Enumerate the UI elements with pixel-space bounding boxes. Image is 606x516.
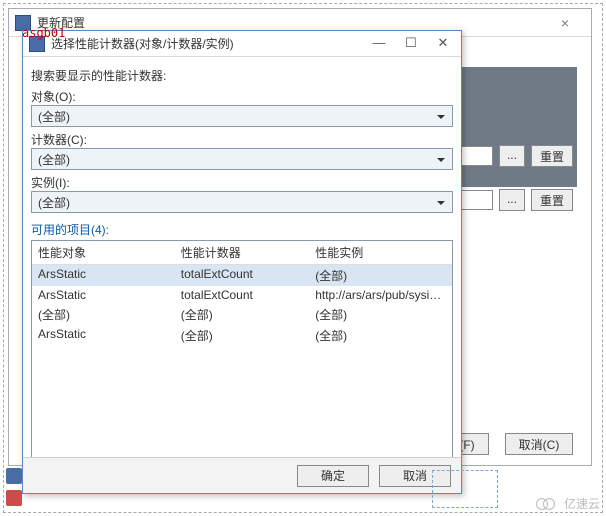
counter-combobox[interactable]: (全部) [31,148,453,170]
cell: ArsStatic [32,265,175,286]
maximize-button[interactable]: ☐ [395,34,427,54]
cell: (全部) [175,304,309,325]
object-label: 对象(O): [31,88,453,105]
header-instance[interactable]: 性能实例 [309,241,452,264]
cell: (全部) [32,304,175,325]
dialog-titlebar[interactable]: 选择性能计数器(对象/计数器/实例) — ☐ ✕ [23,31,461,57]
chevron-down-icon [434,196,448,210]
cell: ArsStatic [32,286,175,304]
cloud-icon [536,497,560,511]
instance-label: 实例(I): [31,174,453,191]
parent-cancel-button[interactable]: 取消(C) [505,433,573,455]
parent-browse-button-2[interactable]: ... [499,189,525,211]
footer-hostname: asgb01 [22,26,65,40]
chevron-down-icon [434,153,448,167]
cell: (全部) [309,265,452,286]
table-row[interactable]: ArsStatictotalExtCounthttp://ars/ars/pub… [32,286,452,304]
header-counter[interactable]: 性能计数器 [175,241,309,264]
cell: (全部) [309,325,452,346]
object-combobox-value: (全部) [38,108,70,125]
cell: (全部) [309,304,452,325]
perf-counter-dialog: 选择性能计数器(对象/计数器/实例) — ☐ ✕ 搜索要显示的性能计数器: 对象… [22,30,462,494]
table-row[interactable]: ArsStatic(全部)(全部) [32,325,452,346]
cell: (全部) [175,325,309,346]
close-button[interactable]: ✕ [427,34,459,54]
minimize-button[interactable]: — [363,34,395,54]
dashed-placeholder [432,470,498,508]
dialog-title: 选择性能计数器(对象/计数器/实例) [51,35,363,52]
counter-combobox-value: (全部) [38,151,70,168]
counter-label: 计数器(C): [31,131,453,148]
parent-browse-button-1[interactable]: ... [499,145,525,167]
header-object[interactable]: 性能对象 [32,241,175,264]
parent-reset-button-2[interactable]: 重置 [531,189,573,211]
parent-reset-button-1[interactable]: 重置 [531,145,573,167]
cell: totalExtCount [175,286,309,304]
instance-combobox-value: (全部) [38,194,70,211]
object-combobox[interactable]: (全部) [31,105,453,127]
search-label: 搜索要显示的性能计数器: [31,67,453,84]
parent-close-button[interactable]: × [545,15,585,31]
available-items-list[interactable]: 性能对象 性能计数器 性能实例 ArsStatictotalExtCount(全… [31,240,453,457]
watermark: 亿速云 [536,495,600,512]
table-row[interactable]: (全部)(全部)(全部) [32,304,452,325]
chevron-down-icon [434,110,448,124]
cell: http://ars/ars/pub/sysinfo.jsp [309,286,452,304]
table-row[interactable]: ArsStatictotalExtCount(全部) [32,265,452,286]
available-items-label: 可用的项目(4): [31,221,453,238]
cell: ArsStatic [32,325,175,346]
list-header[interactable]: 性能对象 性能计数器 性能实例 [32,241,452,265]
instance-combobox[interactable]: (全部) [31,191,453,213]
cell: totalExtCount [175,265,309,286]
